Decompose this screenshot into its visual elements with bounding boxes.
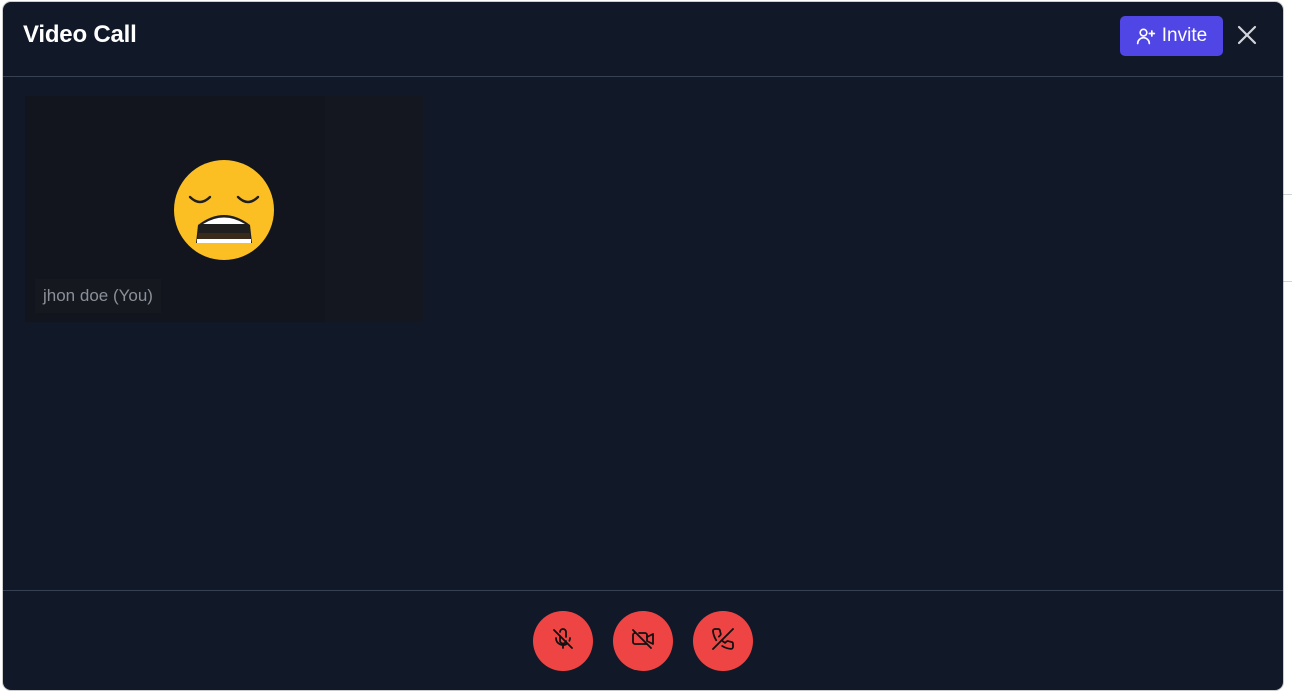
toggle-camera-button[interactable] [613, 611, 673, 671]
participant-tile: jhon doe (You) [25, 96, 423, 322]
user-plus-icon [1136, 26, 1156, 46]
invite-button-label: Invite [1161, 25, 1208, 46]
call-controls-bar [3, 590, 1283, 690]
video-call-modal: Video Call Invite jhon doe (You) [3, 2, 1283, 690]
end-call-button[interactable] [693, 611, 753, 671]
phone-off-icon [711, 627, 735, 656]
tired-face-emoji-icon [173, 159, 275, 261]
background-divider [1283, 281, 1292, 282]
modal-title: Video Call [23, 21, 137, 48]
participants-grid: jhon doe (You) [3, 77, 1283, 590]
call-controls [533, 611, 753, 671]
modal-header: Video Call Invite [3, 2, 1283, 77]
mic-off-icon [551, 627, 575, 656]
video-off-icon [630, 627, 656, 656]
toggle-microphone-button[interactable] [533, 611, 593, 671]
background-edge-glyph [1286, 22, 1292, 38]
participant-name: jhon doe (You) [35, 279, 161, 313]
background-divider [1283, 194, 1292, 195]
close-icon[interactable] [1236, 24, 1258, 46]
invite-button[interactable]: Invite [1120, 16, 1223, 56]
